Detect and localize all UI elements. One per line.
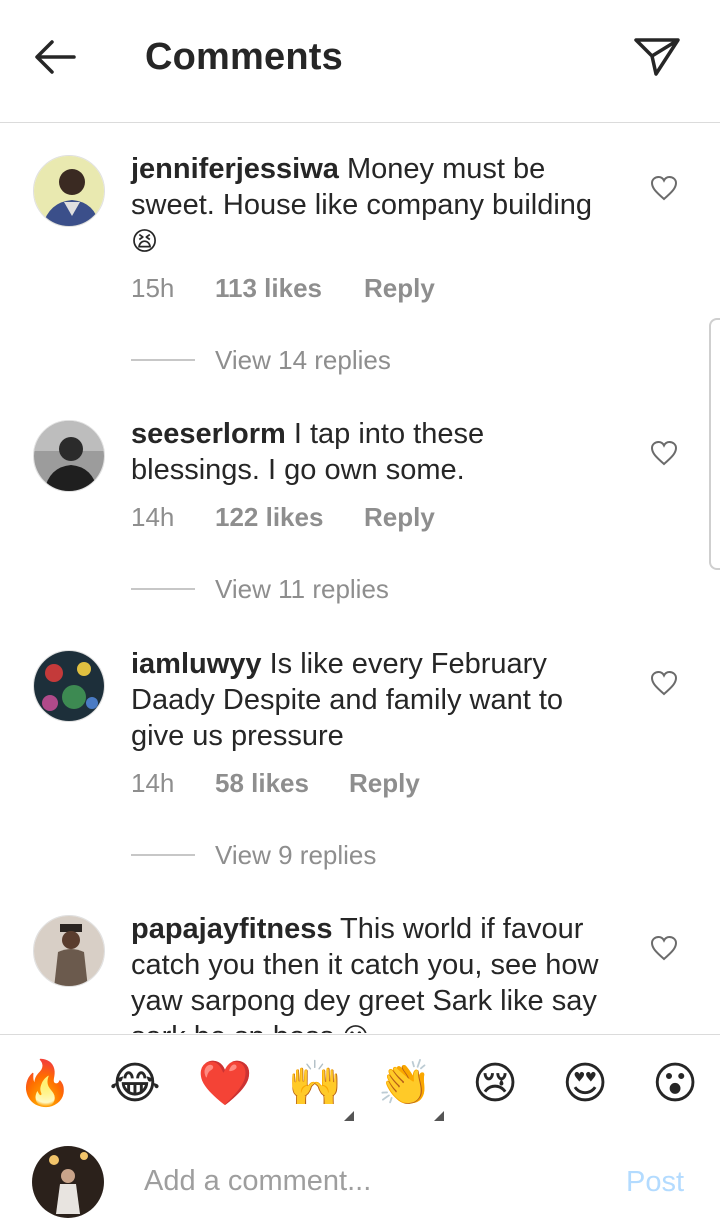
heart-icon[interactable] [650, 670, 678, 696]
share-button[interactable] [630, 32, 684, 82]
comment-text: papajayfitness This world if favour catc… [131, 911, 611, 1033]
comment-time: 14h [131, 768, 175, 798]
no-mouth-face-emoji: 😶 [342, 1023, 369, 1033]
view-replies-label: View 14 replies [215, 345, 391, 375]
skin-tone-indicator-icon [434, 1111, 444, 1121]
view-replies-button[interactable]: View 14 replies [131, 342, 431, 378]
heart-icon[interactable] [650, 440, 678, 466]
comment-time: 15h [131, 273, 175, 303]
comment-composer: Post [0, 1133, 720, 1220]
fire-emoji-button[interactable]: 🔥 [16, 1055, 74, 1113]
avatar[interactable] [33, 155, 105, 227]
view-replies-label: View 9 replies [215, 840, 377, 870]
likes-count[interactable]: 122 likes [215, 499, 323, 535]
comment-username[interactable]: seeserlorm [131, 418, 286, 450]
view-replies-button[interactable]: View 11 replies [131, 571, 431, 607]
heart-icon[interactable] [650, 175, 678, 201]
arrow-left-icon [35, 40, 76, 74]
crying-face-emoji-button[interactable]: 😢 [466, 1055, 524, 1113]
reply-button[interactable]: Reply [349, 765, 420, 801]
header-bar: Comments [0, 0, 720, 123]
likes-count[interactable]: 113 likes [215, 270, 322, 306]
raising-hands-emoji-button[interactable]: 🙌 [286, 1055, 354, 1121]
avatar[interactable] [33, 420, 105, 492]
comment-text: jenniferjessiwa Money must be sweet. Hou… [131, 151, 611, 260]
post-button[interactable]: Post [626, 1166, 684, 1199]
raising-hands-emoji: 🙌 [287, 1058, 343, 1109]
avatar [32, 1146, 104, 1218]
weary-face-emoji: 😫 [131, 227, 159, 257]
comment-input[interactable] [144, 1159, 584, 1203]
emoji-reaction-bar: 🔥 😂 ❤️ 🙌 👏 😢 😍 😮 [0, 1034, 720, 1134]
replies-divider [131, 854, 195, 856]
comment-username[interactable]: iamluwyy [131, 648, 262, 680]
clapping-hands-emoji-button[interactable]: 👏 [376, 1055, 444, 1121]
open-mouth-emoji-button[interactable]: 😮 [646, 1055, 704, 1113]
skin-tone-indicator-icon [344, 1111, 354, 1121]
avatar[interactable] [33, 650, 105, 722]
replies-divider [131, 588, 195, 590]
comment-username[interactable]: jenniferjessiwa [131, 153, 339, 185]
heart-icon[interactable] [650, 935, 678, 961]
likes-count[interactable]: 58 likes [215, 765, 309, 801]
avatar[interactable] [33, 915, 105, 987]
tears-of-joy-emoji-button[interactable]: 😂 [106, 1055, 164, 1113]
heart-eyes-emoji-button[interactable]: 😍 [556, 1055, 614, 1113]
reply-button[interactable]: Reply [364, 499, 435, 535]
view-replies-label: View 11 replies [215, 574, 389, 604]
comment-username[interactable]: papajayfitness [131, 913, 332, 945]
reply-button[interactable]: Reply [364, 270, 435, 306]
paper-plane-icon [634, 38, 680, 76]
comment-time: 14h [131, 502, 175, 532]
scroll-handle[interactable] [709, 318, 720, 570]
replies-divider [131, 359, 195, 361]
comments-list[interactable]: jenniferjessiwa Money must be sweet. Hou… [0, 123, 720, 1033]
page-title: Comments [145, 36, 343, 78]
comment-text: iamluwyy Is like every February Daady De… [131, 646, 611, 754]
red-heart-emoji-button[interactable]: ❤️ [196, 1055, 254, 1113]
clapping-hands-emoji: 👏 [377, 1058, 433, 1109]
comment-text: seeserlorm I tap into these blessings. I… [131, 416, 611, 488]
view-replies-button[interactable]: View 9 replies [131, 837, 431, 873]
back-button[interactable] [28, 30, 84, 86]
